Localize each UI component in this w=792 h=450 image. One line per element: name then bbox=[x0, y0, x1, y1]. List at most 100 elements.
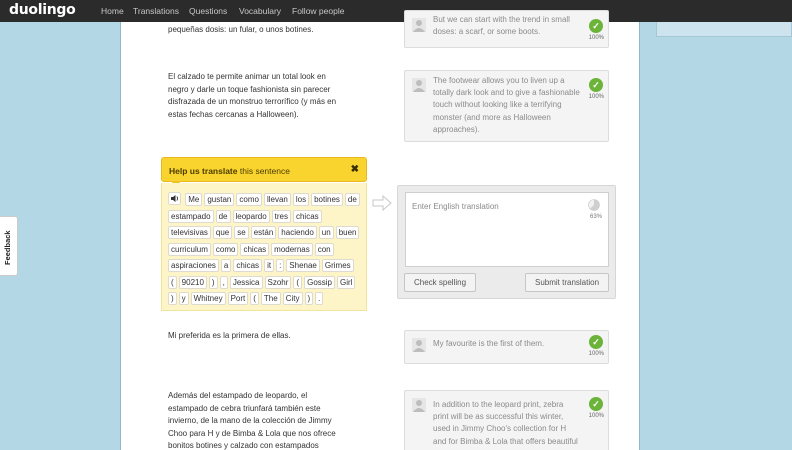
user-avatar-icon bbox=[412, 18, 426, 32]
word-chip[interactable]: ( bbox=[293, 275, 303, 289]
word-chip[interactable]: . bbox=[315, 292, 324, 305]
word-chip[interactable]: buen bbox=[335, 226, 360, 239]
translation-card: But we can start with the trend in small… bbox=[404, 10, 609, 48]
word-chip[interactable]: ( bbox=[168, 275, 177, 289]
source-line: disfrazada de un monstruo terrorífico (y… bbox=[168, 97, 337, 107]
user-avatar-icon bbox=[412, 338, 426, 352]
word-chip[interactable]: City bbox=[282, 292, 303, 305]
help-translate-header: Help us translate this sentence ✖ bbox=[161, 157, 367, 182]
word-chip[interactable]: Whitney bbox=[190, 292, 226, 305]
source-sentence[interactable]: Mi preferida es la primera de ellas. bbox=[168, 330, 291, 343]
source-line: negro y darle un toque fashionista sin p… bbox=[168, 84, 331, 94]
word-chip[interactable]: chicas bbox=[240, 242, 270, 256]
word-chip[interactable]: 90210 bbox=[178, 275, 207, 289]
word-chip[interactable]: estampado bbox=[168, 209, 214, 223]
feedback-label: Feedback bbox=[3, 230, 12, 265]
source-sentence[interactable]: El calzado te permite animar un total lo… bbox=[168, 71, 336, 121]
word-chip[interactable]: chicas bbox=[233, 259, 263, 272]
translation-text: But we can start with the trend in small… bbox=[433, 15, 570, 37]
word-chip[interactable]: curriculum bbox=[168, 242, 211, 256]
word-chip[interactable]: llevan bbox=[263, 193, 291, 206]
word-chip[interactable]: de bbox=[344, 193, 360, 206]
arrow-right-icon bbox=[372, 195, 392, 211]
translation-card: In addition to the leopard print, zebra … bbox=[404, 390, 609, 450]
word-chip[interactable]: televisivas bbox=[168, 226, 211, 239]
nav-translations[interactable]: Translations bbox=[133, 6, 179, 16]
word-chip[interactable]: Szohr bbox=[264, 275, 292, 289]
source-line: estampado de cebra triunfará también est… bbox=[168, 403, 321, 413]
difficulty-percent: 63% bbox=[589, 214, 602, 220]
checkmark-icon: ✓ bbox=[589, 19, 603, 33]
word-chip[interactable]: haciendo bbox=[278, 226, 317, 239]
submit-translation-button[interactable]: Submit translation bbox=[525, 273, 609, 292]
source-line: El calzado te permite animar un total lo… bbox=[168, 72, 326, 81]
word-chip[interactable]: The bbox=[260, 292, 281, 305]
close-icon[interactable]: ✖ bbox=[351, 164, 359, 175]
user-avatar-icon bbox=[412, 78, 426, 92]
word-chip[interactable]: los bbox=[292, 193, 310, 206]
feedback-tab[interactable]: Feedback bbox=[0, 216, 18, 276]
word-chip[interactable]: it bbox=[264, 259, 275, 272]
word-chip[interactable]: como bbox=[236, 193, 262, 206]
translation-text: The footwear allows you to liven up a to… bbox=[433, 76, 580, 134]
source-line: Además del estampado de leopardo, el bbox=[168, 391, 308, 400]
word-chip[interactable]: y bbox=[178, 292, 189, 305]
word-chip[interactable]: de bbox=[215, 209, 231, 223]
word-chip[interactable]: Girl bbox=[337, 275, 356, 289]
nav-follow-people[interactable]: Follow people bbox=[292, 6, 344, 16]
translation-card: The footwear allows you to liven up a to… bbox=[404, 70, 609, 142]
speaker-icon[interactable] bbox=[168, 192, 181, 205]
word-chip[interactable]: : bbox=[276, 259, 285, 272]
translation-text: My favourite is the first of them. bbox=[433, 339, 545, 348]
word-chip[interactable]: gustan bbox=[204, 193, 235, 206]
source-line: invierno, de la mano de la colección de … bbox=[168, 416, 332, 426]
word-chip[interactable]: Jessica bbox=[229, 275, 263, 289]
word-chip[interactable]: como bbox=[212, 242, 239, 256]
check-spelling-button[interactable]: Check spelling bbox=[404, 273, 476, 292]
user-avatar-icon bbox=[412, 398, 426, 412]
word-chip[interactable]: se bbox=[234, 226, 249, 239]
english-translation-textarea[interactable]: Enter English translation 63% bbox=[405, 192, 609, 267]
translation-card: My favourite is the first of them. ✓ 100… bbox=[404, 330, 609, 364]
source-line: Mi preferida es la primera de ellas. bbox=[168, 331, 291, 340]
word-chip[interactable]: que bbox=[212, 226, 233, 239]
word-chip[interactable]: ( bbox=[250, 292, 259, 305]
word-chip[interactable]: ) bbox=[208, 275, 218, 289]
source-sentence[interactable]: Además del estampado de leopardo, el est… bbox=[168, 390, 336, 450]
word-chip[interactable]: un bbox=[318, 226, 334, 239]
nav-questions[interactable]: Questions bbox=[189, 6, 227, 16]
nav-home[interactable]: Home bbox=[101, 6, 124, 16]
word-chip[interactable]: Shenae bbox=[286, 259, 320, 272]
translation-percent: 100% bbox=[588, 35, 604, 41]
word-chip[interactable]: ) bbox=[168, 292, 177, 305]
source-line: estas fechas cercanas a Halloween). bbox=[168, 109, 299, 119]
source-sentence[interactable]: pequeñas dosis: un fular, o unos botines… bbox=[168, 24, 313, 37]
word-chip[interactable]: Port bbox=[227, 292, 249, 305]
source-line: bonitos botines y calzado con estampados bbox=[168, 441, 319, 450]
checkmark-icon: ✓ bbox=[589, 335, 603, 349]
right-sidebar-panel bbox=[656, 22, 792, 37]
source-line: pequeñas dosis: un fular, o unos botines… bbox=[168, 25, 314, 34]
word-chip[interactable]: , bbox=[219, 275, 228, 289]
word-chip[interactable]: leopardo bbox=[232, 209, 270, 223]
nav-vocabulary[interactable]: Vocabulary bbox=[239, 6, 281, 16]
word-list: Me gustan como llevan los botines deestampado d… bbox=[168, 192, 364, 308]
checkmark-icon: ✓ bbox=[589, 78, 603, 92]
word-chip[interactable]: Grimes bbox=[321, 259, 354, 272]
word-chip[interactable]: Gossip bbox=[304, 275, 335, 289]
word-chip[interactable]: tres bbox=[271, 209, 291, 223]
translation-placeholder: Enter English translation bbox=[412, 202, 499, 211]
word-chip[interactable]: modernas bbox=[271, 242, 313, 256]
help-translate-title: Help us translate this sentence bbox=[169, 166, 290, 176]
word-chip[interactable]: aspiraciones bbox=[168, 259, 219, 272]
word-chip[interactable]: chicas bbox=[292, 209, 322, 223]
word-chip[interactable]: ) bbox=[304, 292, 314, 305]
difficulty-pie-icon bbox=[588, 199, 600, 211]
word-chip[interactable]: están bbox=[250, 226, 277, 239]
word-chip[interactable]: a bbox=[220, 259, 232, 272]
word-chip[interactable]: botines bbox=[311, 193, 343, 206]
translation-percent: 100% bbox=[588, 413, 604, 419]
duolingo-logo[interactable]: duolingo bbox=[9, 2, 76, 18]
word-chip[interactable]: con bbox=[314, 242, 334, 256]
word-chip[interactable]: Me bbox=[185, 193, 203, 206]
